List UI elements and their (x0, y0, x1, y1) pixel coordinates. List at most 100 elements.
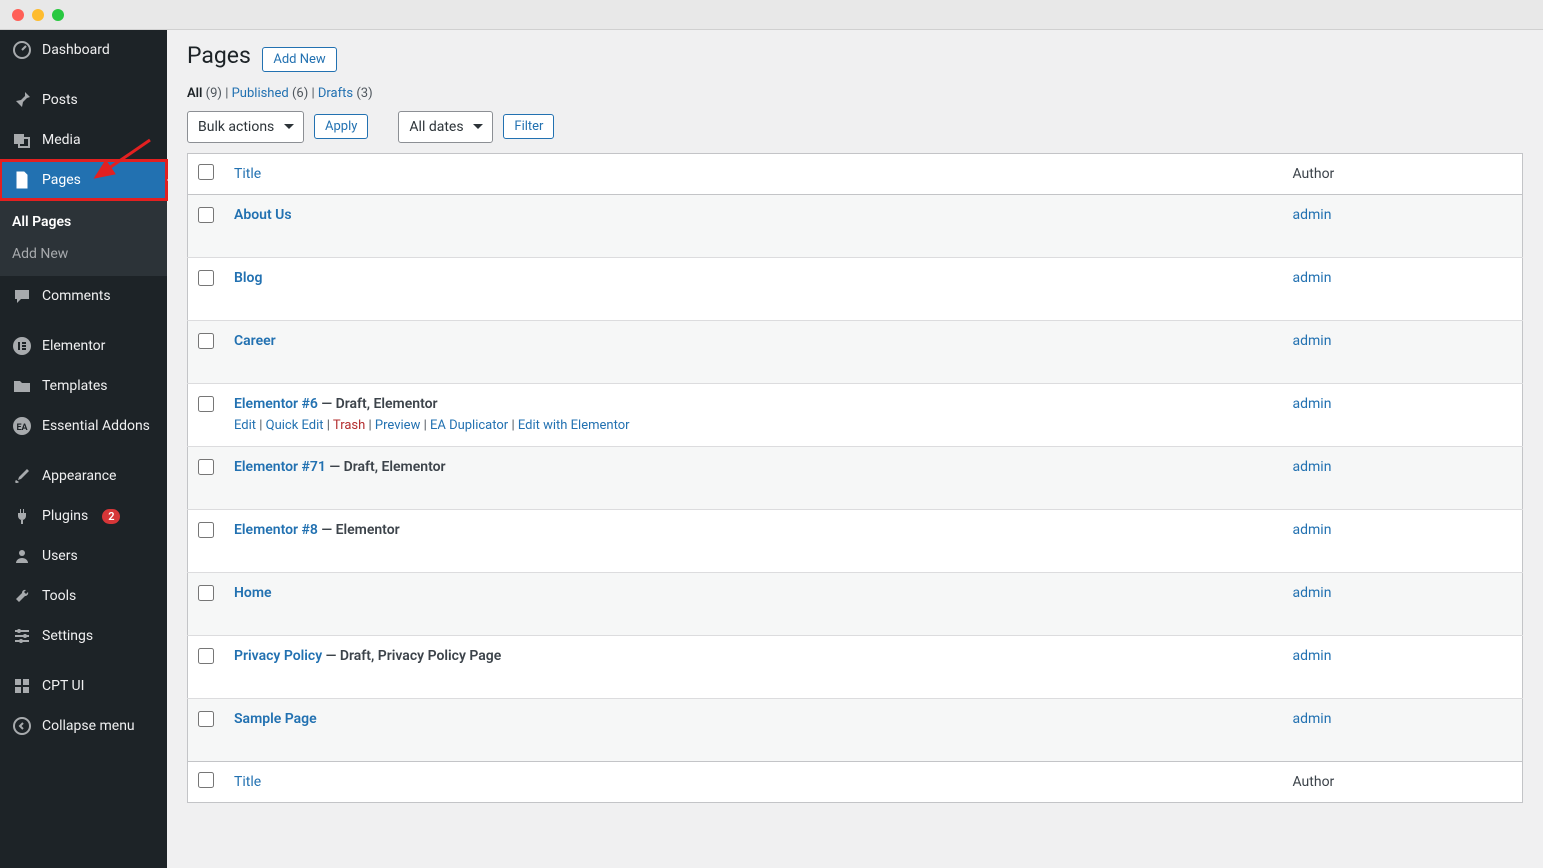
sidebar-item-tools[interactable]: Tools (0, 576, 167, 616)
filter-all[interactable]: All (187, 86, 202, 101)
table-row: Sample Page admin (188, 698, 1523, 761)
row-checkbox[interactable] (198, 711, 214, 727)
dashboard-icon (12, 40, 32, 60)
column-title-footer[interactable]: Title (234, 774, 261, 790)
status-filters: All (9) | Published (6) | Drafts (3) (187, 86, 1523, 101)
sidebar-submenu-pages: All Pages Add New (0, 200, 167, 276)
table-row: Elementor #8 — Elementor admin (188, 509, 1523, 572)
column-title[interactable]: Title (234, 166, 261, 182)
elementor-icon (12, 336, 32, 356)
tablenav-top: Bulk actions Apply All dates Filter (187, 111, 1523, 143)
add-new-button[interactable]: Add New (262, 47, 336, 72)
admin-sidebar: Dashboard Posts Media Pages All Pages Ad… (0, 30, 167, 868)
row-title-link[interactable]: Career (234, 333, 276, 349)
collapse-icon (12, 716, 32, 736)
sidebar-item-label: Media (42, 132, 81, 148)
sidebar-item-label: CPT UI (42, 678, 84, 694)
row-checkbox[interactable] (198, 648, 214, 664)
row-action-quick-edit[interactable]: Quick Edit (266, 418, 324, 433)
sidebar-item-label: Plugins (42, 508, 88, 524)
table-row: Privacy Policy — Draft, Privacy Policy P… (188, 635, 1523, 698)
comment-icon (12, 286, 32, 306)
author-link[interactable]: admin (1293, 396, 1332, 412)
row-title-link[interactable]: Privacy Policy (234, 648, 322, 664)
row-checkbox[interactable] (198, 522, 214, 538)
row-checkbox[interactable] (198, 207, 214, 223)
sidebar-item-label: Posts (42, 92, 78, 108)
row-action-edit[interactable]: Edit (234, 418, 256, 433)
sidebar-item-settings[interactable]: Settings (0, 616, 167, 656)
author-link[interactable]: admin (1293, 522, 1332, 538)
plugins-badge: 2 (102, 509, 120, 524)
sidebar-item-cpt-ui[interactable]: CPT UI (0, 666, 167, 706)
row-state: — Draft, Elementor (318, 396, 438, 412)
row-title-link[interactable]: Elementor #71 (234, 459, 326, 475)
main-content: Pages Add New All (9) | Published (6) | … (167, 30, 1543, 868)
row-checkbox[interactable] (198, 396, 214, 412)
table-row: Home admin (188, 572, 1523, 635)
sidebar-item-essential-addons[interactable]: EA Essential Addons (0, 406, 167, 446)
row-title-link[interactable]: Elementor #8 (234, 522, 318, 538)
sidebar-item-pages[interactable]: Pages (0, 160, 167, 200)
row-checkbox[interactable] (198, 270, 214, 286)
sidebar-item-appearance[interactable]: Appearance (0, 456, 167, 496)
filter-button[interactable]: Filter (503, 114, 554, 139)
bulk-actions-select[interactable]: Bulk actions (187, 111, 304, 143)
row-action-preview[interactable]: Preview (375, 418, 420, 433)
sidebar-item-label: Comments (42, 288, 111, 304)
author-link[interactable]: admin (1293, 648, 1332, 664)
author-link[interactable]: admin (1293, 459, 1332, 475)
filter-published[interactable]: Published (6) (232, 86, 309, 101)
table-row: About Us admin (188, 194, 1523, 257)
row-title-link[interactable]: Elementor #6 (234, 396, 318, 412)
sidebar-item-elementor[interactable]: Elementor (0, 326, 167, 366)
date-filter-select[interactable]: All dates (398, 111, 493, 143)
apply-button[interactable]: Apply (314, 114, 368, 139)
row-state: — Elementor (318, 522, 400, 538)
author-link[interactable]: admin (1293, 207, 1332, 223)
author-link[interactable]: admin (1293, 333, 1332, 349)
sidebar-item-comments[interactable]: Comments (0, 276, 167, 316)
column-author[interactable]: Author (1283, 153, 1523, 194)
column-author-footer[interactable]: Author (1283, 761, 1523, 802)
sidebar-item-templates[interactable]: Templates (0, 366, 167, 406)
sidebar-item-label: Essential Addons (42, 418, 150, 434)
sidebar-item-dashboard[interactable]: Dashboard (0, 30, 167, 70)
pages-table: Title Author About Us admin Blog admin Caree… (187, 153, 1523, 803)
row-action-duplicator[interactable]: EA Duplicator (430, 418, 508, 433)
sidebar-sub-add-new[interactable]: Add New (0, 238, 167, 270)
author-link[interactable]: admin (1293, 585, 1332, 601)
window-close-button[interactable] (12, 9, 24, 21)
row-title-link[interactable]: Sample Page (234, 711, 317, 727)
page-icon (12, 170, 32, 190)
row-state: — Draft, Elementor (326, 459, 446, 475)
window-zoom-button[interactable] (52, 9, 64, 21)
sidebar-item-plugins[interactable]: Plugins 2 (0, 496, 167, 536)
row-title-link[interactable]: Home (234, 585, 272, 601)
sidebar-item-label: Templates (42, 378, 108, 394)
sidebar-item-users[interactable]: Users (0, 536, 167, 576)
filter-drafts[interactable]: Drafts (3) (318, 86, 373, 101)
row-title-link[interactable]: Blog (234, 270, 262, 286)
row-checkbox[interactable] (198, 585, 214, 601)
sidebar-item-label: Dashboard (42, 42, 110, 58)
media-icon (12, 130, 32, 150)
sidebar-sub-all-pages[interactable]: All Pages (0, 206, 167, 238)
row-action-edit-elementor[interactable]: Edit with Elementor (518, 418, 630, 433)
author-link[interactable]: admin (1293, 270, 1332, 286)
select-all-checkbox-footer[interactable] (198, 772, 214, 788)
row-state: — Draft, Privacy Policy Page (322, 648, 501, 664)
row-checkbox[interactable] (198, 333, 214, 349)
cpt-icon (12, 676, 32, 696)
select-all-checkbox[interactable] (198, 164, 214, 180)
wrench-icon (12, 586, 32, 606)
window-minimize-button[interactable] (32, 9, 44, 21)
svg-text:EA: EA (16, 423, 28, 433)
sidebar-item-posts[interactable]: Posts (0, 80, 167, 120)
row-action-trash[interactable]: Trash (333, 418, 365, 433)
author-link[interactable]: admin (1293, 711, 1332, 727)
sidebar-item-media[interactable]: Media (0, 120, 167, 160)
sidebar-item-collapse[interactable]: Collapse menu (0, 706, 167, 746)
row-title-link[interactable]: About Us (234, 207, 292, 223)
row-checkbox[interactable] (198, 459, 214, 475)
